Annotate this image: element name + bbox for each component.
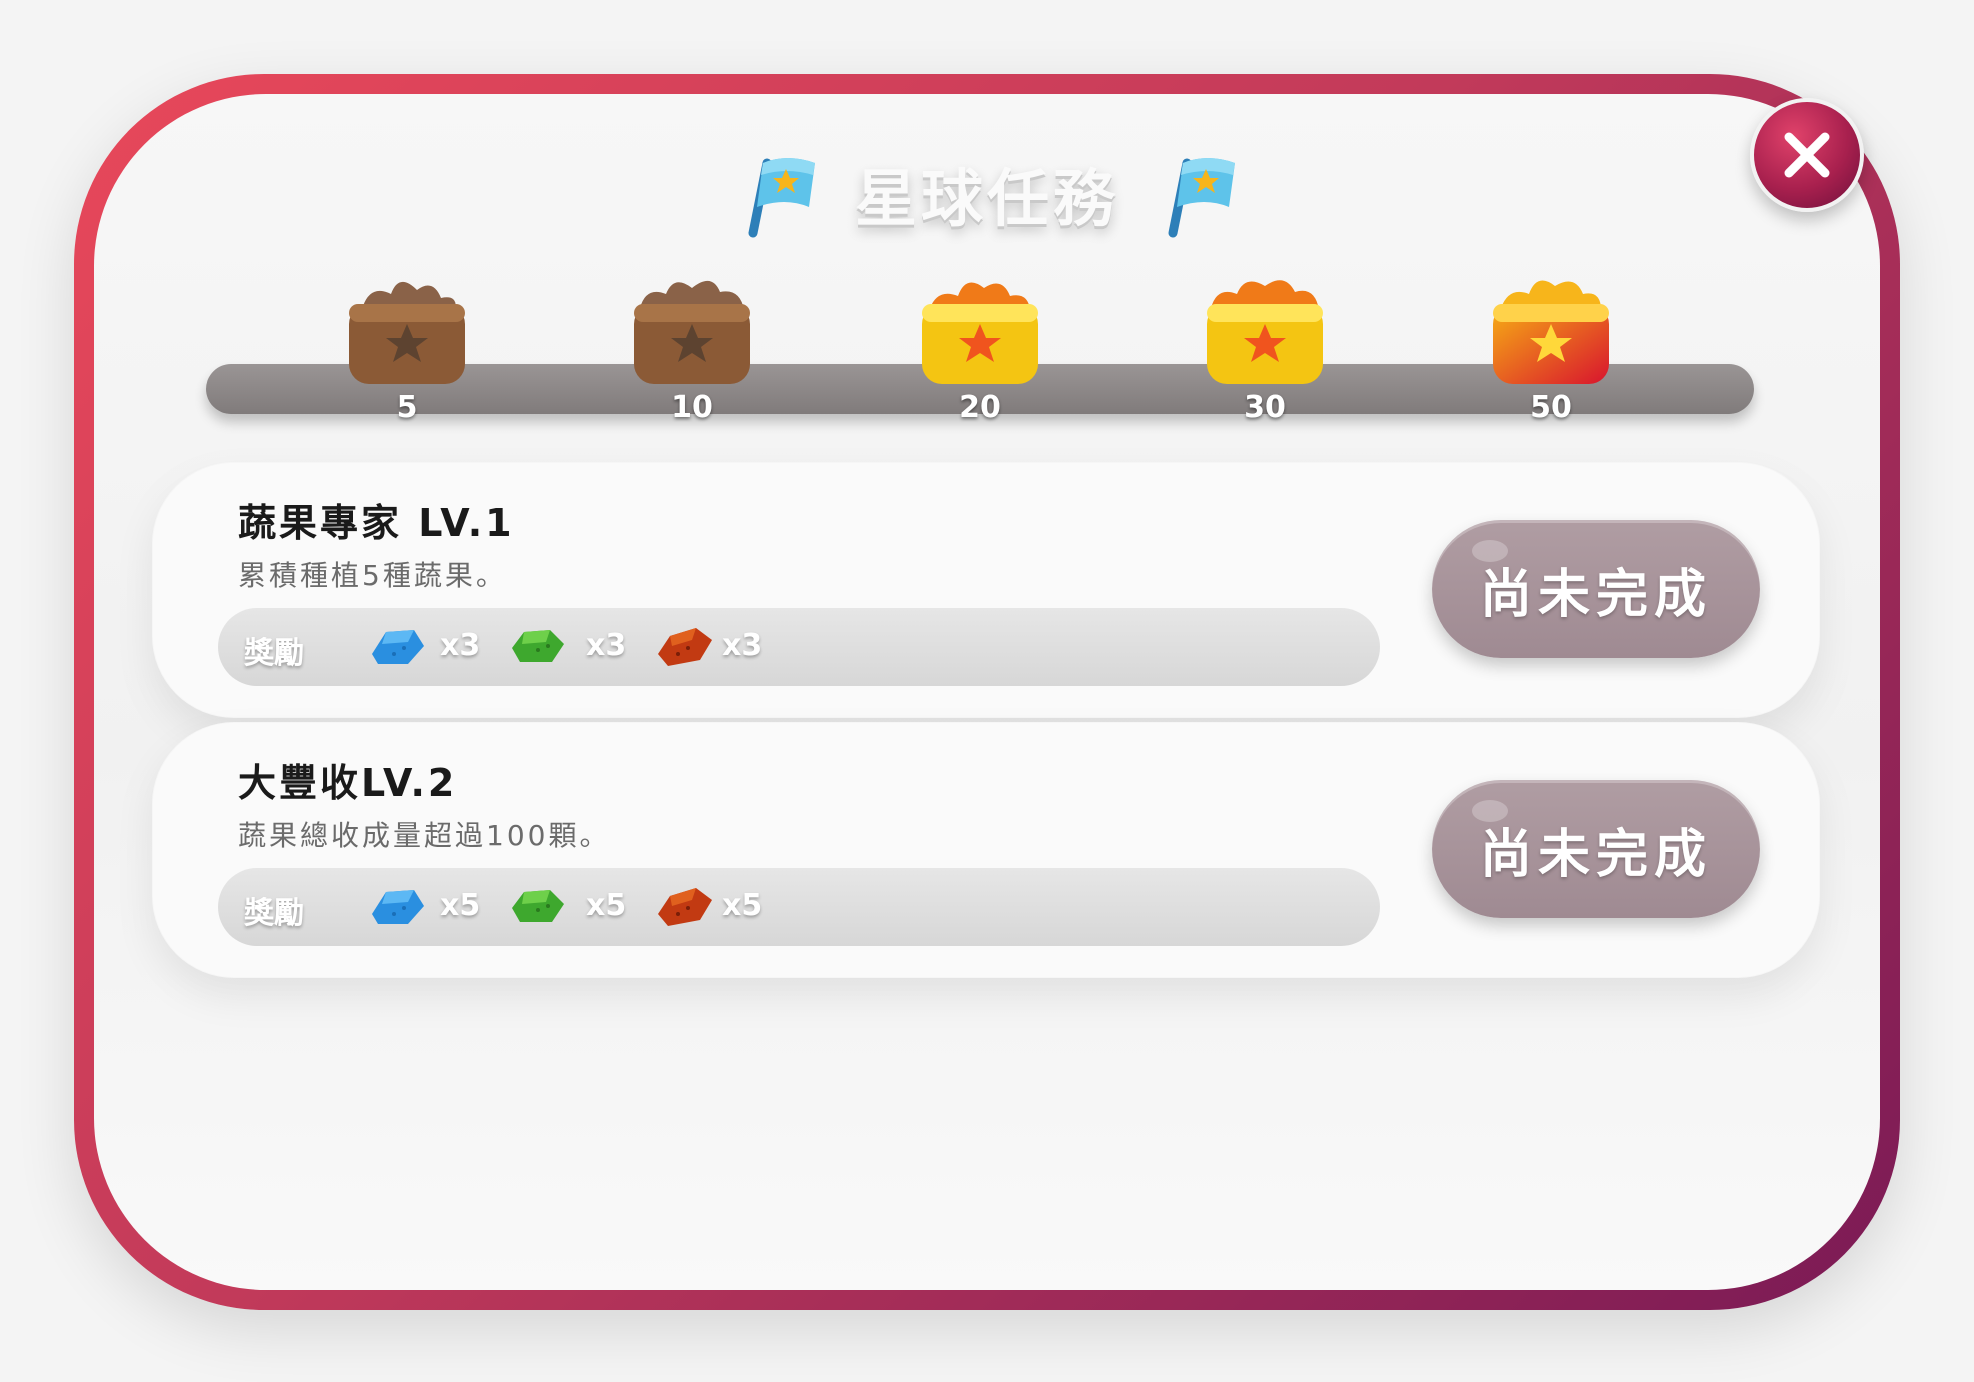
blue-gem-icon [372,630,424,664]
reward-label: 獎勵 [244,896,304,931]
task-status-button[interactable]: 尚未完成 [1432,780,1760,918]
task-description: 累積種植5種蔬果。 [238,559,507,592]
red-gem-icon [658,888,712,926]
milestone-label: 30 [1244,390,1286,425]
milestone-chest-5[interactable]: 5 [341,272,473,425]
green-gem-icon [512,890,564,922]
chest-locked-icon [349,281,465,384]
green-gem-icon [512,630,564,662]
reward-count: x5 [722,888,763,923]
blue-gem-icon [372,890,424,924]
milestone-chest-50[interactable]: 50 [1485,272,1617,425]
title-bar: 星球任務 [0,138,1974,248]
chest-gold-icon [1207,280,1323,384]
reward-count: x3 [586,628,627,663]
page-title: 星球任務 [854,162,1119,235]
milestone-chest-30[interactable]: 30 [1199,272,1331,425]
flag-icon [1168,158,1235,238]
chest-gold-icon [922,282,1038,384]
task-title: 大豐收LV.2 [238,761,458,805]
milestone-label: 5 [396,390,418,425]
reward-count: x3 [440,628,481,663]
milestone-label: 20 [959,390,1001,425]
reward-label: 獎勵 [244,636,304,671]
reward-bar: 獎勵 x3 x3 x3 [218,608,1380,686]
chest-locked-icon [634,280,750,384]
reward-count: x5 [440,888,481,923]
milestone-label: 10 [671,390,713,425]
task-card: 大豐收LV.2 蔬果總收成量超過100顆。 獎勵 x5 x5 x5 尚未完成 [152,722,1820,978]
reward-bar: 獎勵 x5 x5 x5 [218,868,1380,946]
red-gem-icon [658,628,712,666]
task-title: 蔬果專家 LV.1 [238,501,515,545]
task-status-button[interactable]: 尚未完成 [1432,520,1760,658]
milestone-chest-20[interactable]: 20 [914,272,1046,425]
chest-red-gold-icon [1493,280,1609,384]
milestone-chest-10[interactable]: 10 [626,272,758,425]
reward-count: x3 [722,628,763,663]
reward-count: x5 [586,888,627,923]
task-card: 蔬果專家 LV.1 累積種植5種蔬果。 獎勵 x3 x3 x3 尚未完成 [152,462,1820,718]
milestone-label: 50 [1530,390,1572,425]
task-description: 蔬果總收成量超過100顆。 [238,819,611,852]
flag-icon [748,158,815,238]
